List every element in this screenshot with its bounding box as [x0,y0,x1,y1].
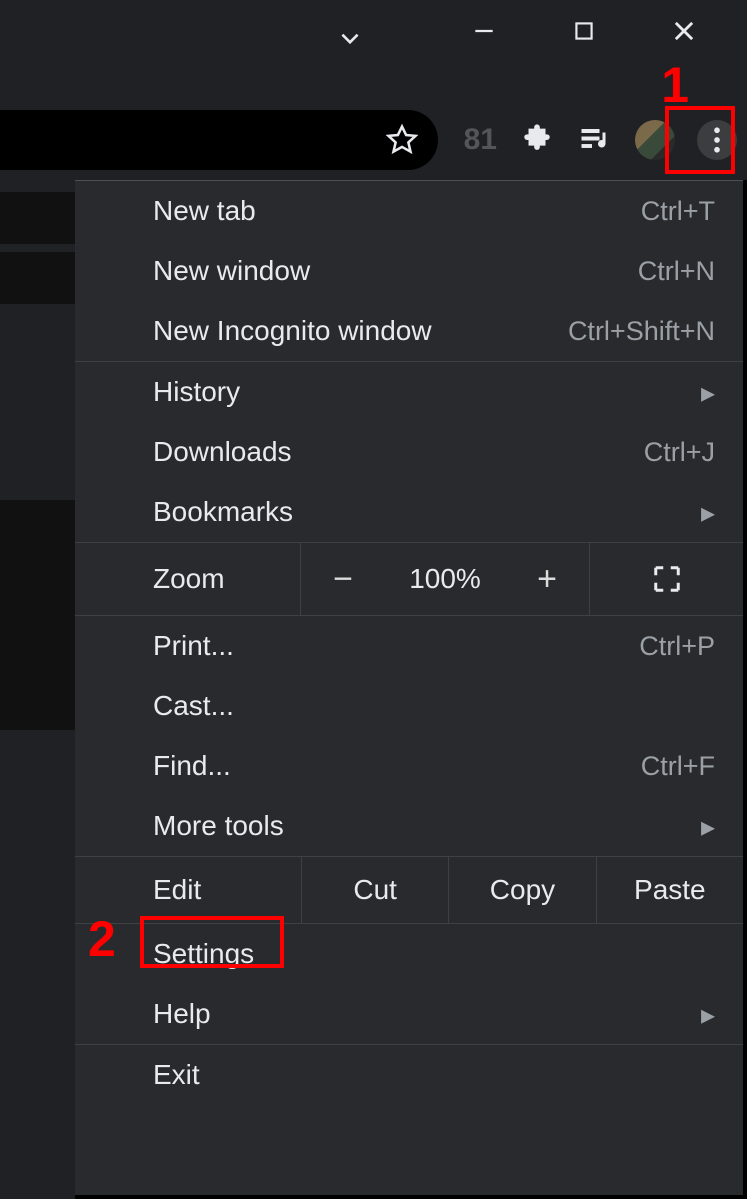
menu-downloads[interactable]: Downloads Ctrl+J [75,422,743,482]
window-caption-buttons [469,16,747,46]
bg-bar [0,500,75,730]
menu-item-label: New window [153,255,638,287]
maximize-button[interactable] [569,16,599,46]
star-icon [385,123,419,157]
bookmark-star-button[interactable] [384,122,420,158]
address-bar[interactable] [0,110,438,170]
menu-edit-row: Edit Cut Copy Paste [75,856,743,924]
submenu-arrow-icon: ▸ [701,496,715,529]
submenu-arrow-icon: ▸ [701,376,715,409]
bg-bar [0,252,75,304]
menu-item-label: Print... [153,630,639,662]
submenu-arrow-icon: ▸ [701,810,715,843]
menu-item-label: New tab [153,195,641,227]
menu-exit[interactable]: Exit [75,1045,743,1105]
chrome-main-menu: New tab Ctrl+T New window Ctrl+N New Inc… [75,180,743,1195]
menu-new-incognito[interactable]: New Incognito window Ctrl+Shift+N [75,301,743,361]
menu-print[interactable]: Print... Ctrl+P [75,616,743,676]
close-button[interactable] [669,16,699,46]
menu-item-shortcut: Ctrl+J [644,437,715,468]
menu-item-label: Help [153,998,701,1030]
menu-item-shortcut: Ctrl+N [638,256,715,287]
menu-help[interactable]: Help ▸ [75,984,743,1044]
menu-item-shortcut: Ctrl+F [641,751,715,782]
menu-cast[interactable]: Cast... [75,676,743,736]
fullscreen-icon [652,564,682,594]
menu-settings[interactable]: Settings [75,924,743,984]
puzzle-icon [520,123,554,157]
menu-zoom-row: Zoom − 100% + [75,542,743,615]
bg-bar [0,192,75,244]
menu-new-tab[interactable]: New tab Ctrl+T [75,181,743,241]
edit-paste-button[interactable]: Paste [596,857,743,923]
menu-find[interactable]: Find... Ctrl+F [75,736,743,796]
minimize-button[interactable] [469,16,499,46]
tab-search-button[interactable] [335,24,365,54]
menu-more-tools[interactable]: More tools ▸ [75,796,743,856]
menu-item-label: Bookmarks [153,496,701,528]
menu-item-label: Find... [153,750,641,782]
submenu-arrow-icon: ▸ [701,998,715,1031]
media-list-icon [577,122,613,158]
menu-item-label: Exit [153,1059,715,1091]
menu-item-shortcut: Ctrl+P [639,631,715,662]
profile-avatar[interactable] [635,120,675,160]
extensions-count[interactable]: 81 [464,123,497,157]
edit-cut-button[interactable]: Cut [301,857,448,923]
chrome-menu-button[interactable] [697,120,737,160]
menu-history[interactable]: History ▸ [75,362,743,422]
close-icon [670,17,698,45]
zoom-label: Zoom [75,543,301,615]
menu-item-label: New Incognito window [153,315,568,347]
extensions-button[interactable] [519,122,555,158]
menu-item-label: History [153,376,701,408]
zoom-out-button[interactable]: − [301,543,385,615]
menu-item-shortcut: Ctrl+T [641,196,715,227]
menu-item-label: Cast... [153,690,715,722]
menu-bookmarks[interactable]: Bookmarks ▸ [75,482,743,542]
zoom-percent: 100% [385,543,505,615]
menu-item-label: More tools [153,810,701,842]
minimize-icon [471,18,497,44]
kebab-icon [713,127,721,153]
zoom-in-button[interactable]: + [505,543,589,615]
menu-item-label: Downloads [153,436,644,468]
browser-toolbar: 81 [0,110,747,170]
menu-item-shortcut: Ctrl+Shift+N [568,316,715,347]
edit-label: Edit [75,857,301,923]
fullscreen-button[interactable] [589,543,743,615]
menu-item-label: Settings [153,938,715,970]
browser-chrome: 81 [0,0,747,180]
media-control-button[interactable] [577,122,613,158]
edit-copy-button[interactable]: Copy [448,857,595,923]
menu-new-window[interactable]: New window Ctrl+N [75,241,743,301]
chevron-down-icon [337,26,363,52]
maximize-icon [571,18,597,44]
